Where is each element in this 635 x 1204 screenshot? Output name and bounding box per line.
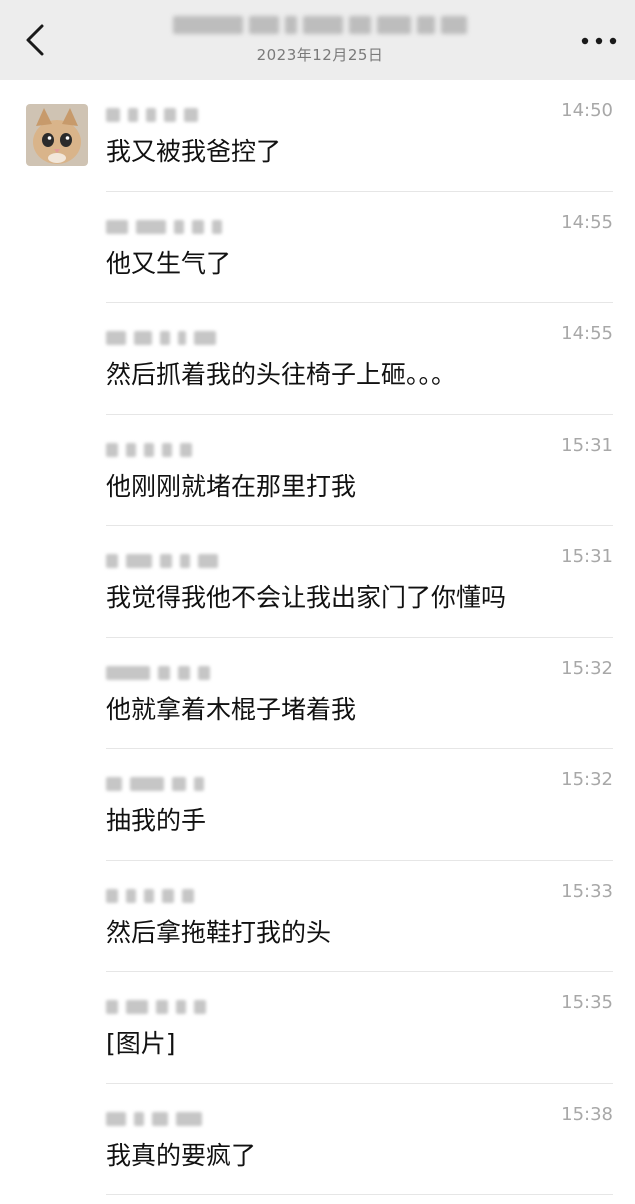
message-time: 15:33 <box>561 880 613 902</box>
message-item[interactable]: 14:50 我又被我爸控了 <box>0 80 635 192</box>
sender-name-blurred <box>106 554 218 568</box>
message-time: 15:31 <box>561 434 613 456</box>
sender-name-blurred <box>106 442 192 457</box>
sender-name-blurred <box>106 777 204 791</box>
message-text: 然后抓着我的头往椅子上砸。。。 <box>106 360 457 389</box>
chat-title: 2023年12月25日 <box>150 12 490 72</box>
sender-name-blurred <box>106 1000 206 1014</box>
message-item[interactable]: 15:31 我觉得我他不会让我出家门了你懂吗 <box>0 526 635 638</box>
message-time: 15:32 <box>561 657 613 679</box>
back-button[interactable] <box>14 18 58 62</box>
message-time: 15:38 <box>561 1103 613 1125</box>
message-item[interactable]: 14:55 他又生气了 <box>0 192 635 303</box>
divider <box>106 1194 613 1195</box>
message-text: 我又被我爸控了 <box>106 137 282 166</box>
message-text: 我真的要疯了 <box>106 1140 257 1170</box>
message-item[interactable]: 15:38 我真的要疯了 <box>0 1084 635 1195</box>
chevron-left-icon <box>26 24 44 56</box>
avatar[interactable] <box>26 104 88 166</box>
message-text: [图片] <box>106 1029 176 1058</box>
message-time: 15:31 <box>561 546 613 567</box>
message-item[interactable]: 15:31 他刚刚就堵在那里打我 <box>0 415 635 526</box>
message-item[interactable]: 15:35 [图片] <box>0 972 635 1084</box>
message-item[interactable]: 15:33 然后拿拖鞋打我的头 <box>0 861 635 972</box>
message-time: 14:50 <box>561 100 613 121</box>
message-list: 14:50 我又被我爸控了 14:55 他又生气了 14:55 然后抓着我的头往… <box>0 80 635 1195</box>
sender-name-blurred <box>106 219 222 234</box>
message-time: 15:35 <box>561 992 613 1013</box>
blurred-chat-name <box>150 12 490 38</box>
message-text: 抽我的手 <box>106 806 207 835</box>
chat-date: 2023年12月25日 <box>256 46 384 64</box>
chat-history-header: 2023年12月25日 <box>0 0 635 80</box>
message-text: 他就拿着木棍子堵着我 <box>106 694 357 724</box>
message-time: 14:55 <box>561 323 613 344</box>
message-text: 他刚刚就堵在那里打我 <box>106 471 357 501</box>
sender-name-blurred <box>106 108 198 122</box>
message-time: 15:32 <box>561 769 613 790</box>
message-text: 我觉得我他不会让我出家门了你懂吗 <box>106 583 507 612</box>
message-time: 14:55 <box>561 211 613 233</box>
sender-name-blurred <box>106 665 210 680</box>
message-item[interactable]: 15:32 抽我的手 <box>0 749 635 861</box>
sender-name-blurred <box>106 888 194 903</box>
message-text: 然后拿拖鞋打我的头 <box>106 917 332 947</box>
cat-avatar-icon <box>26 104 88 166</box>
sender-name-blurred <box>106 1111 202 1126</box>
message-item[interactable]: 14:55 然后抓着我的头往椅子上砸。。。 <box>0 303 635 415</box>
sender-name-blurred <box>106 331 216 345</box>
more-button[interactable] <box>577 26 621 56</box>
message-text: 他又生气了 <box>106 248 232 278</box>
message-item[interactable]: 15:32 他就拿着木棍子堵着我 <box>0 638 635 749</box>
more-dots-icon <box>581 37 617 45</box>
